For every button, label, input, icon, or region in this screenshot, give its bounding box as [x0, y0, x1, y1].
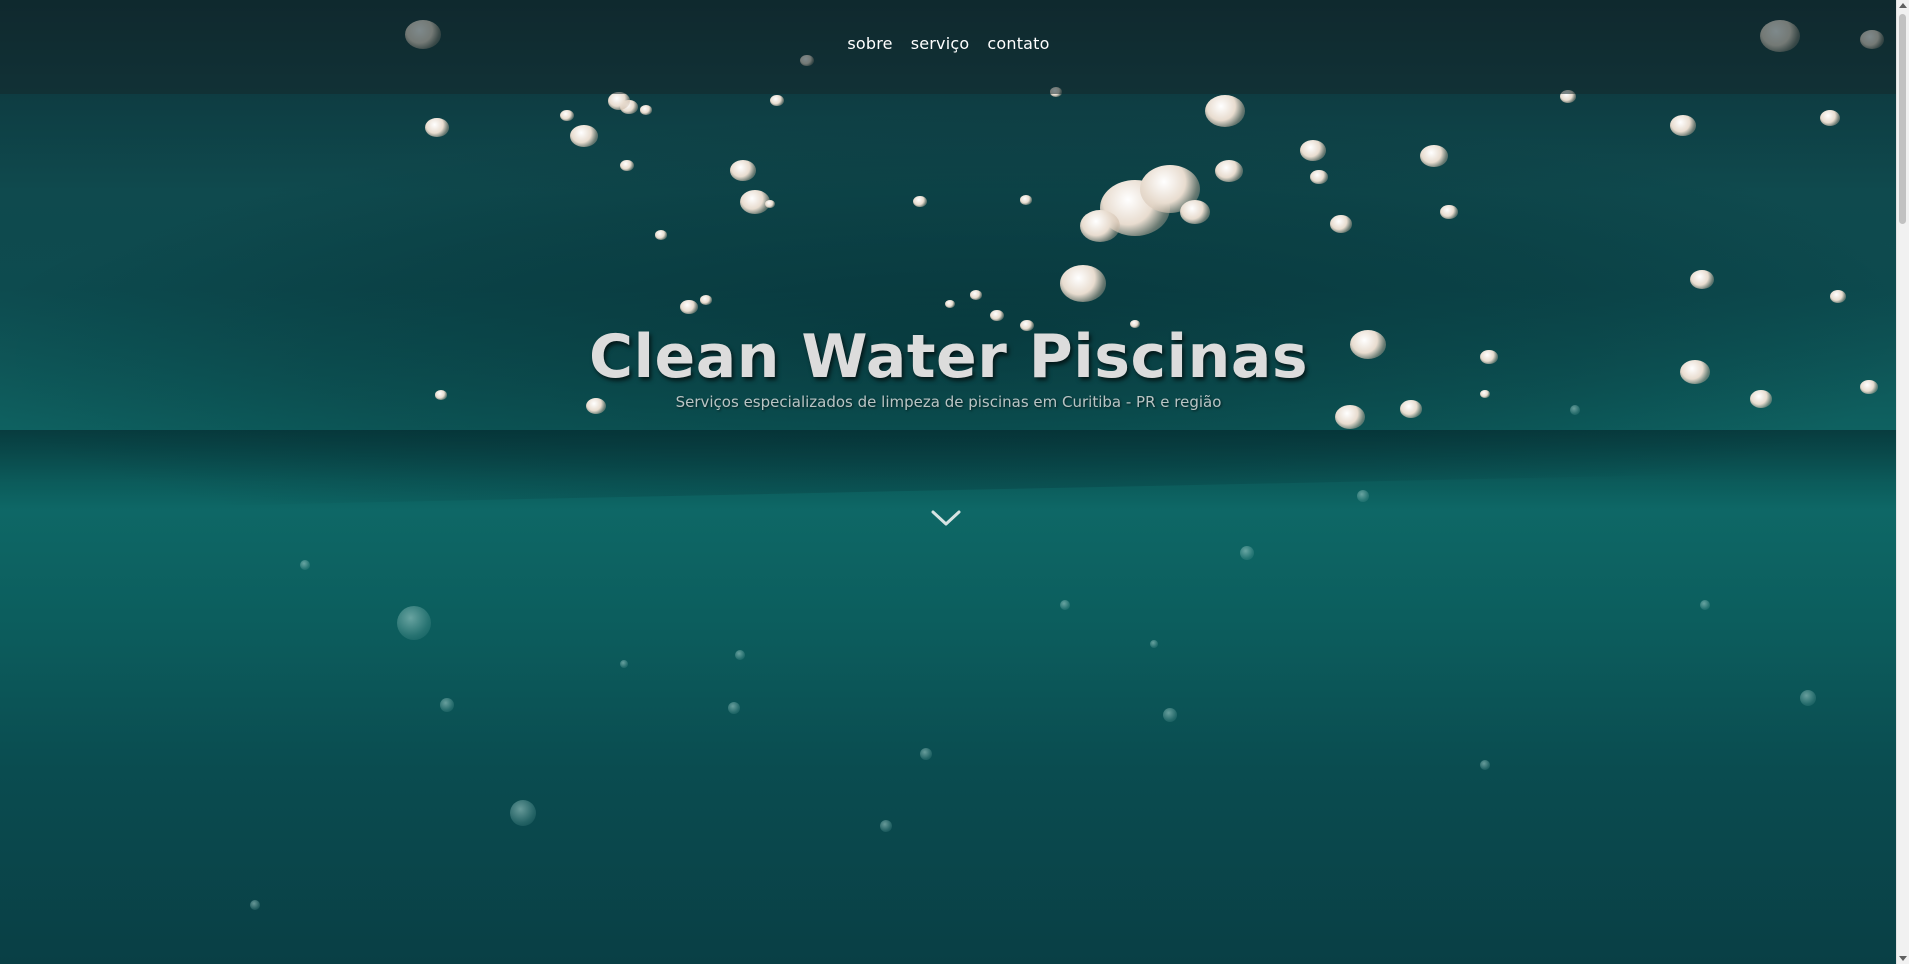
bubble	[300, 560, 310, 570]
bubble	[1060, 600, 1070, 610]
bubble	[770, 95, 784, 107]
bubble	[728, 702, 740, 714]
bubble	[620, 660, 628, 668]
scroll-up-arrow-icon[interactable]	[1899, 3, 1907, 8]
bubble	[1205, 95, 1245, 127]
bubble	[608, 92, 630, 110]
bubble	[440, 698, 454, 712]
scroll-down-arrow-icon[interactable]	[1899, 956, 1907, 961]
bubble	[1300, 140, 1326, 161]
bubble	[735, 650, 745, 660]
bubble	[680, 300, 698, 315]
main-nav: sobre serviço contato	[847, 34, 1049, 53]
scrollbar-thumb[interactable]	[1899, 14, 1906, 224]
bubble	[1310, 170, 1328, 185]
nav-link-sobre[interactable]: sobre	[847, 34, 892, 53]
nav-link-servico[interactable]: serviço	[911, 34, 970, 53]
top-navbar: sobre serviço contato	[0, 0, 1897, 94]
bubble	[1163, 708, 1177, 722]
bubble	[880, 820, 892, 832]
bubble	[1690, 270, 1714, 290]
bubble	[510, 800, 536, 826]
bubble	[945, 300, 955, 308]
bubble	[1480, 760, 1490, 770]
bubble	[1060, 265, 1106, 302]
bubble	[990, 310, 1004, 322]
bubble	[970, 290, 982, 300]
bubble	[1700, 600, 1710, 610]
bubble	[1020, 195, 1032, 205]
bubble	[655, 230, 667, 240]
page-scrollbar[interactable]	[1896, 0, 1909, 964]
bubble	[1240, 546, 1254, 560]
bubble	[570, 125, 598, 148]
bubble	[920, 748, 932, 760]
bubble	[250, 900, 260, 910]
bubble	[1357, 490, 1369, 502]
bubble	[765, 200, 775, 208]
nav-link-contato[interactable]: contato	[987, 34, 1049, 53]
bubbles-layer	[0, 0, 1909, 964]
bubble	[1670, 115, 1696, 136]
bubble	[425, 118, 449, 138]
bubble	[1180, 200, 1210, 224]
page-title: Clean Water Piscinas	[588, 322, 1309, 392]
bubble	[1150, 640, 1158, 648]
bubble	[1080, 210, 1120, 242]
bubble	[397, 606, 431, 640]
bubble	[560, 110, 574, 122]
bubble	[730, 160, 756, 181]
page-subtitle: Serviços especializados de limpeza de pi…	[675, 393, 1222, 411]
bubble	[913, 196, 927, 208]
bubble	[1440, 205, 1458, 220]
scroll-down-button[interactable]	[930, 507, 962, 529]
bubble	[640, 105, 652, 115]
bubble	[700, 295, 712, 305]
chevron-down-icon	[931, 510, 961, 526]
bubble	[1830, 290, 1846, 303]
hero-background: sobre serviço contato Clean Water Piscin…	[0, 0, 1909, 964]
bubble	[1800, 690, 1816, 706]
bubble	[620, 160, 634, 172]
bubble	[1820, 110, 1840, 126]
bubble	[1215, 160, 1243, 183]
bubble	[1330, 215, 1352, 233]
bubble	[1420, 145, 1448, 168]
